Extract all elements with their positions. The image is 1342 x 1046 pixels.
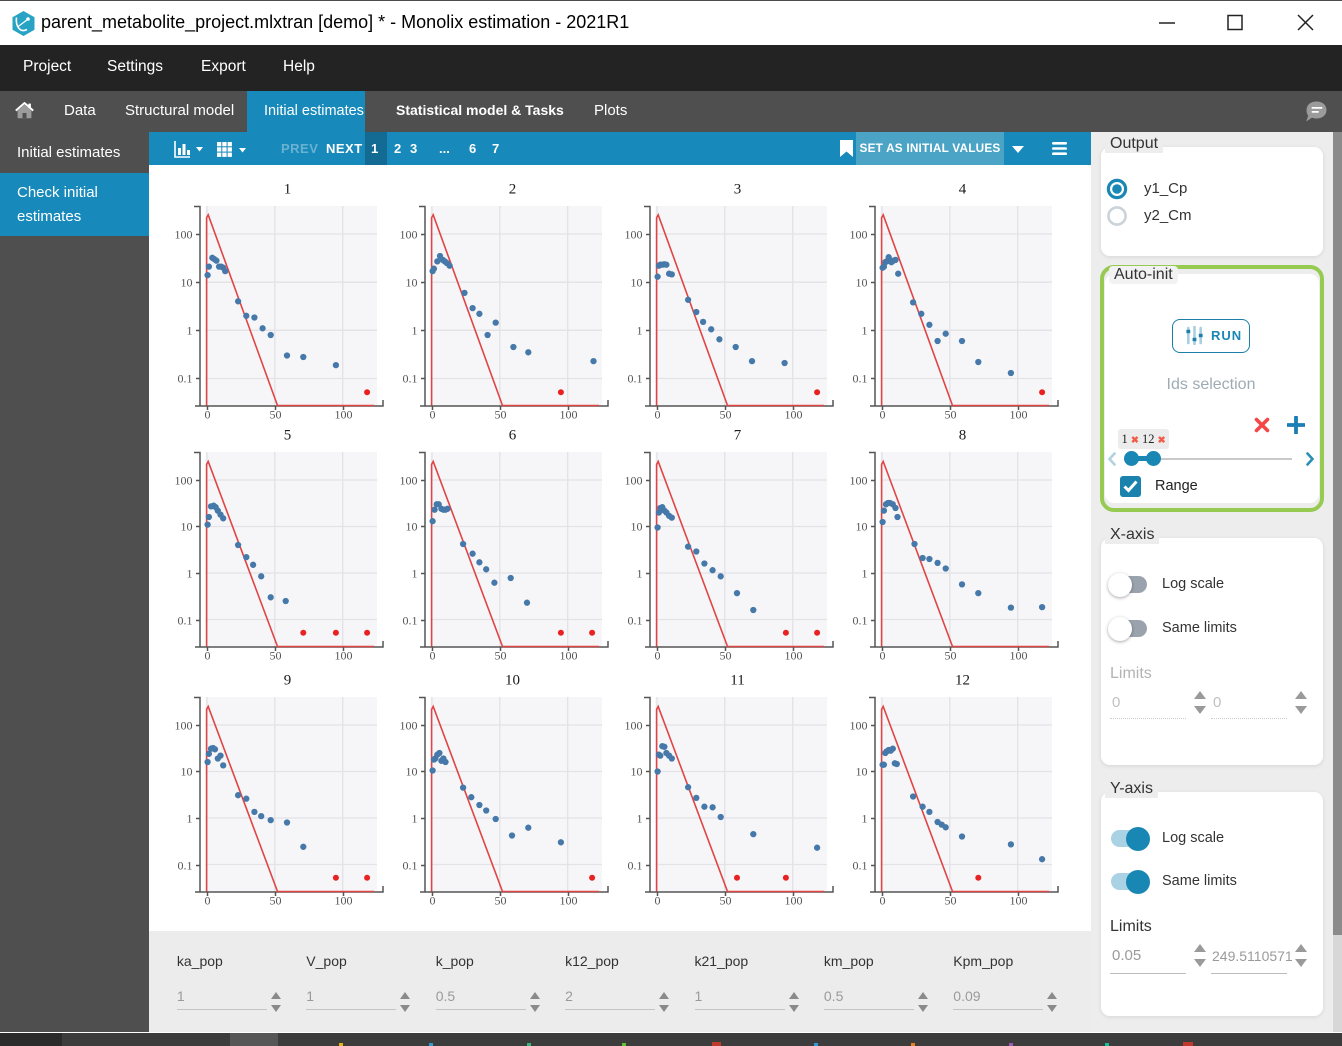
svg-text:1: 1 <box>862 812 868 826</box>
svg-text:0.1: 0.1 <box>628 372 643 386</box>
svg-text:100: 100 <box>335 894 353 908</box>
svg-text:0: 0 <box>430 894 436 908</box>
svg-text:10: 10 <box>406 519 418 533</box>
svg-text:1: 1 <box>412 566 418 580</box>
svg-text:10: 10 <box>631 519 643 533</box>
svg-text:100: 100 <box>175 228 193 242</box>
svg-text:50: 50 <box>720 648 732 662</box>
svg-text:1: 1 <box>862 324 868 338</box>
svg-text:0.1: 0.1 <box>628 613 643 627</box>
svg-text:0: 0 <box>655 894 661 908</box>
svg-text:100: 100 <box>1010 648 1028 662</box>
svg-text:0.1: 0.1 <box>403 859 418 873</box>
svg-text:1: 1 <box>637 812 643 826</box>
svg-text:100: 100 <box>400 228 418 242</box>
svg-text:8: 8 <box>959 427 967 443</box>
svg-text:3: 3 <box>734 182 742 198</box>
svg-text:10: 10 <box>406 276 418 290</box>
svg-text:50: 50 <box>270 648 282 662</box>
svg-text:100: 100 <box>400 473 418 487</box>
svg-text:1: 1 <box>412 812 418 826</box>
svg-text:10: 10 <box>856 276 868 290</box>
svg-text:0.1: 0.1 <box>853 859 868 873</box>
svg-text:50: 50 <box>495 894 507 908</box>
svg-text:50: 50 <box>270 894 282 908</box>
svg-text:10: 10 <box>856 765 868 779</box>
svg-text:0: 0 <box>880 894 886 908</box>
svg-text:9: 9 <box>284 673 292 689</box>
svg-text:100: 100 <box>625 719 643 733</box>
svg-text:0.1: 0.1 <box>178 859 193 873</box>
svg-text:0: 0 <box>430 648 436 662</box>
svg-text:100: 100 <box>850 228 868 242</box>
svg-text:0: 0 <box>205 894 211 908</box>
svg-text:10: 10 <box>856 519 868 533</box>
svg-text:100: 100 <box>175 473 193 487</box>
svg-text:0.1: 0.1 <box>403 372 418 386</box>
svg-text:4: 4 <box>959 182 967 198</box>
svg-text:0: 0 <box>205 648 211 662</box>
svg-text:100: 100 <box>625 473 643 487</box>
svg-text:1: 1 <box>637 324 643 338</box>
svg-text:100: 100 <box>785 894 803 908</box>
svg-text:100: 100 <box>335 648 353 662</box>
svg-text:100: 100 <box>560 648 578 662</box>
svg-text:100: 100 <box>625 228 643 242</box>
svg-text:1: 1 <box>862 566 868 580</box>
svg-text:50: 50 <box>945 894 957 908</box>
svg-text:1: 1 <box>187 566 193 580</box>
svg-text:10: 10 <box>505 673 520 689</box>
svg-text:1: 1 <box>412 324 418 338</box>
svg-text:10: 10 <box>181 765 193 779</box>
svg-text:2: 2 <box>509 182 517 198</box>
svg-text:100: 100 <box>785 648 803 662</box>
svg-text:10: 10 <box>631 276 643 290</box>
svg-text:100: 100 <box>850 719 868 733</box>
svg-text:0.1: 0.1 <box>178 613 193 627</box>
svg-text:100: 100 <box>560 894 578 908</box>
svg-text:0: 0 <box>880 648 886 662</box>
svg-text:1: 1 <box>187 324 193 338</box>
svg-text:10: 10 <box>631 765 643 779</box>
svg-text:0.1: 0.1 <box>628 859 643 873</box>
svg-text:100: 100 <box>175 719 193 733</box>
svg-text:0.1: 0.1 <box>178 372 193 386</box>
svg-text:100: 100 <box>1010 894 1028 908</box>
svg-text:10: 10 <box>181 276 193 290</box>
svg-text:50: 50 <box>495 648 507 662</box>
svg-text:50: 50 <box>945 648 957 662</box>
svg-text:1: 1 <box>284 182 292 198</box>
svg-text:5: 5 <box>284 427 292 443</box>
svg-text:1: 1 <box>187 812 193 826</box>
svg-text:50: 50 <box>720 894 732 908</box>
svg-text:10: 10 <box>181 519 193 533</box>
svg-text:0.1: 0.1 <box>853 372 868 386</box>
svg-text:0: 0 <box>655 648 661 662</box>
svg-text:0.1: 0.1 <box>853 613 868 627</box>
svg-text:6: 6 <box>509 427 517 443</box>
svg-text:1: 1 <box>637 566 643 580</box>
svg-text:10: 10 <box>406 765 418 779</box>
svg-text:0.1: 0.1 <box>403 613 418 627</box>
svg-text:100: 100 <box>850 473 868 487</box>
svg-text:100: 100 <box>400 719 418 733</box>
svg-text:12: 12 <box>955 673 970 689</box>
svg-text:11: 11 <box>730 673 744 689</box>
svg-text:7: 7 <box>734 427 742 443</box>
